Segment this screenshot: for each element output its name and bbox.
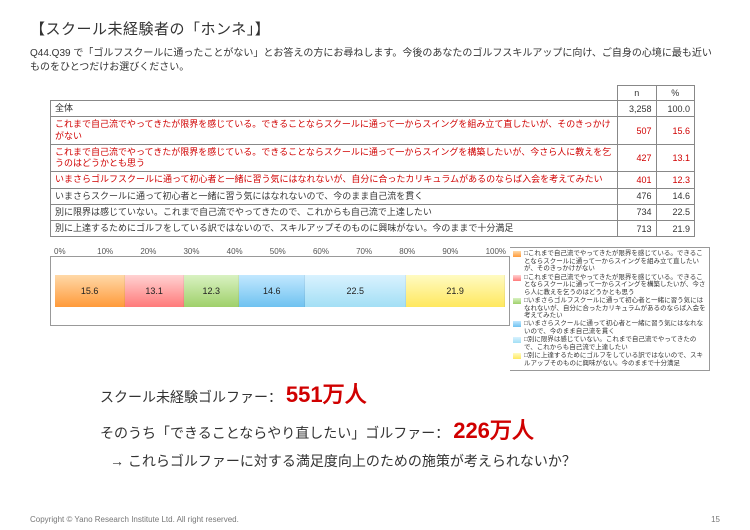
stat1-label: スクール未経験ゴルファー：: [100, 389, 282, 405]
chart-bar: 15.613.112.314.622.521.9: [55, 275, 505, 307]
chart-segment: 13.1: [125, 275, 184, 307]
chart-segment: 15.6: [55, 275, 125, 307]
col-pct: %: [656, 86, 695, 101]
table-row: これまで自己流でやってきたが限界を感じている。できることならスクールに通って一か…: [51, 117, 695, 145]
chart-segment: 12.3: [184, 275, 239, 307]
question-text: Q44.Q39 で「ゴルフスクールに通ったことがない」とお答えの方にお尋ねします…: [30, 47, 720, 75]
stacked-bar-chart: 0%10%20%30%40%50%60%70%80%90%100% 15.613…: [50, 247, 510, 326]
legend-item: □これまで自己流でやってきたが限界を感じている。できることならスクールに通って一…: [513, 274, 706, 296]
chart-segment: 14.6: [239, 275, 305, 307]
copyright: Copyright © Yano Research Institute Ltd.…: [30, 515, 239, 524]
table-header-row: n %: [51, 86, 695, 101]
chart-segment: 21.9: [406, 275, 505, 307]
table-row: 別に上達するためにゴルフをしている訳ではないので、スキルアップそのものに興味がな…: [51, 221, 695, 237]
stat-line-2: そのうち「できることならやり直したい」ゴルファー： 226万人: [100, 413, 720, 445]
stats-block: スクール未経験ゴルファー： 551万人 そのうち「できることならやり直したい」ゴ…: [100, 377, 720, 445]
conclusion-text: → これらゴルファーに対する満足度向上のための施策が考えられないか？: [110, 451, 720, 471]
results-table: n % 全体 3,258 100.0 これまで自己流でやってきたが限界を感じてい…: [50, 85, 695, 237]
legend-item: □いまさらスクールに通って初心者と一緒に習う気にはなれないので、今のまま自己流を…: [513, 320, 706, 335]
legend-item: □いまさらゴルフスクールに通って初心者と一緒に習う気にはなれないが、自分に合った…: [513, 297, 706, 319]
table-row: いまさらスクールに通って初心者と一緒に習う気にはなれないので、今のまま自己流を貫…: [51, 188, 695, 204]
legend-item: □これまで自己流でやってきたが限界を感じている。できることならスクールに通って一…: [513, 250, 706, 272]
col-n: n: [618, 86, 656, 101]
stat-line-1: スクール未経験ゴルファー： 551万人: [100, 377, 720, 409]
chart-segment: 22.5: [305, 275, 406, 307]
table-row: これまで自己流でやってきたが限界を感じている。できることならスクールに通って一か…: [51, 144, 695, 172]
legend-item: □別に限界は感じていない。これまで自己流でやってきたので、これからも自己流で上達…: [513, 336, 706, 351]
page-footer: Copyright © Yano Research Institute Ltd.…: [30, 515, 720, 524]
page-title: 【スクール未経験者の「ホンネ」】: [30, 18, 720, 39]
stat1-value: 551万人: [286, 382, 367, 407]
table-row: 別に限界は感じていない。これまで自己流でやってきたので、これからも自己流で上達し…: [51, 204, 695, 220]
table-total-row: 全体 3,258 100.0: [51, 101, 695, 117]
chart-container: 0%10%20%30%40%50%60%70%80%90%100% 15.613…: [50, 247, 720, 371]
table-row: いまさらゴルフスクールに通って初心者と一緒に習う気にはなれないが、自分に合ったカ…: [51, 172, 695, 188]
page-number: 15: [711, 515, 720, 524]
chart-legend: □これまで自己流でやってきたが限界を感じている。できることならスクールに通って一…: [510, 247, 710, 371]
chart-axis: 0%10%20%30%40%50%60%70%80%90%100%: [50, 247, 510, 256]
stat2-label: そのうち「できることならやり直したい」ゴルファー：: [100, 425, 449, 441]
legend-item: □別に上達するためにゴルフをしている訳ではないので、スキルアップそのものに興味が…: [513, 352, 706, 367]
stat2-value: 226万人: [453, 418, 534, 443]
